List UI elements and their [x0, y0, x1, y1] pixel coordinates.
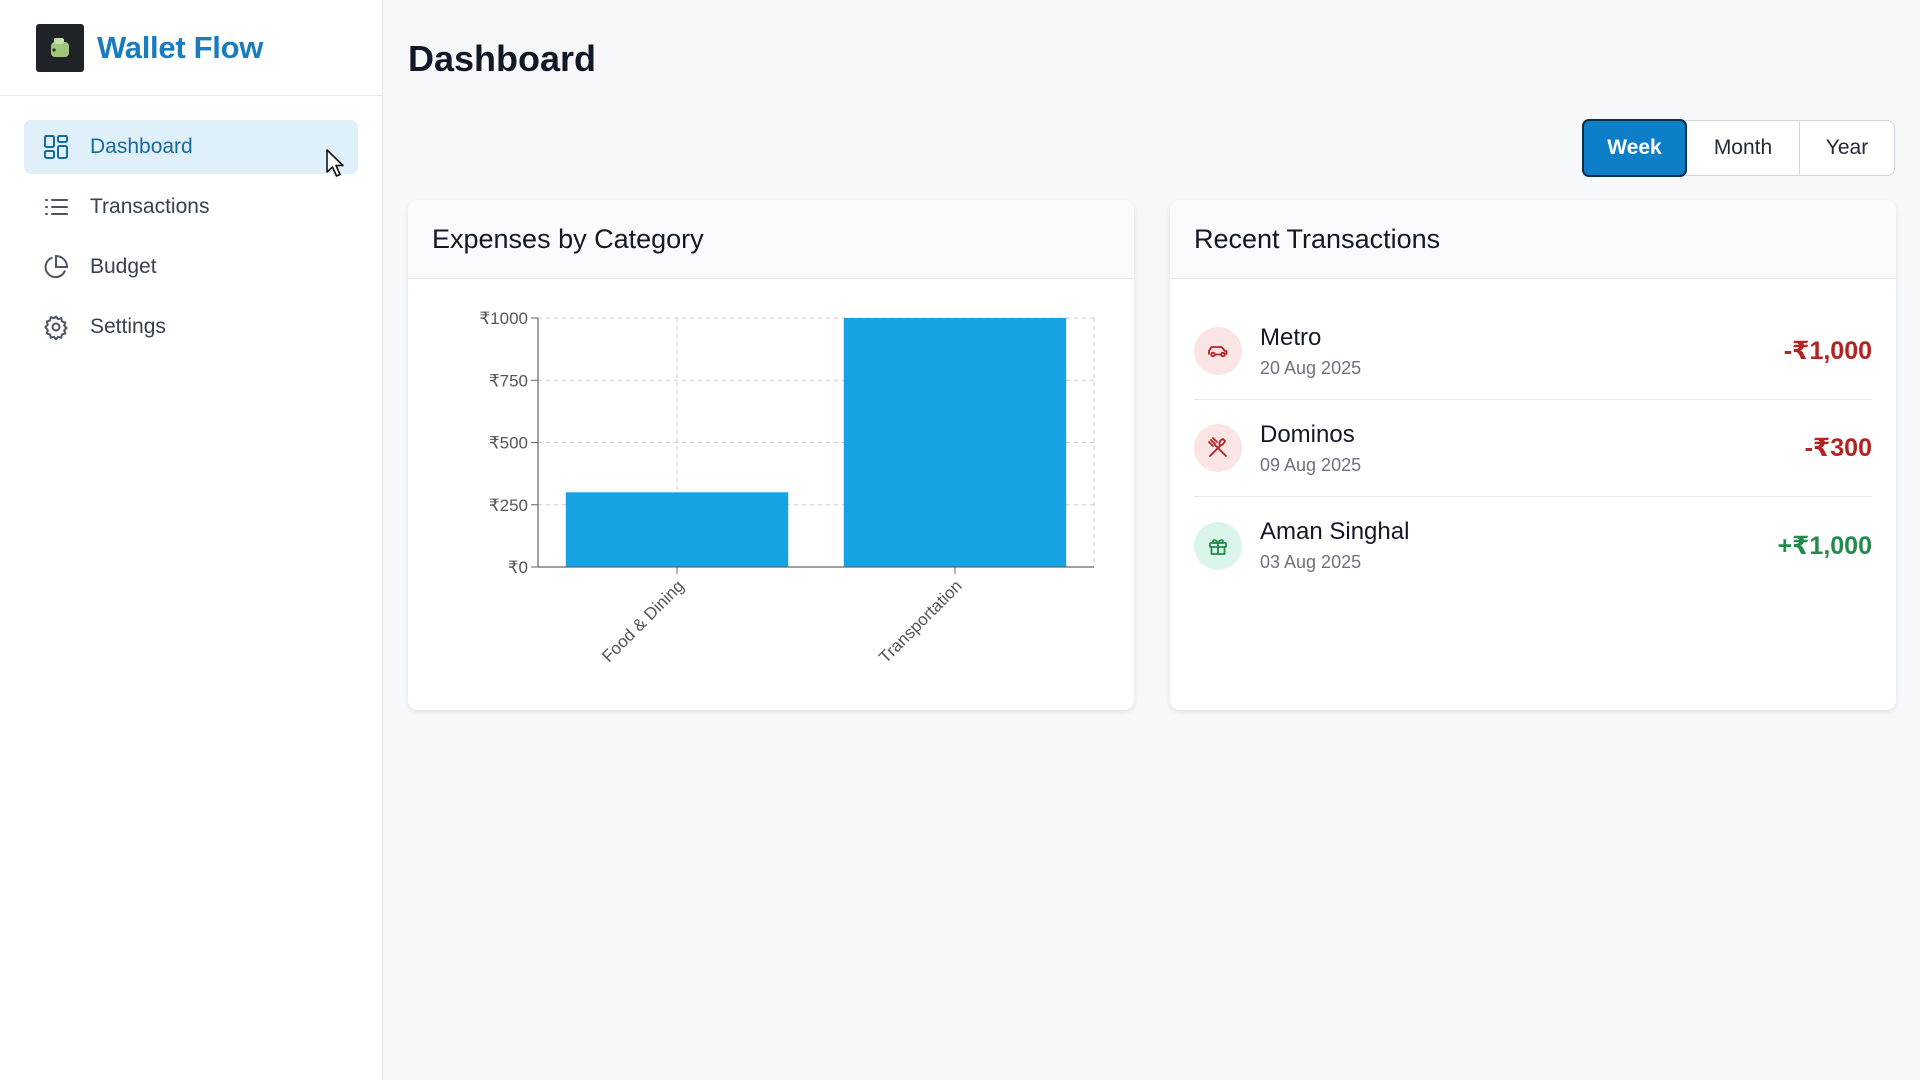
transaction-name: Dominos	[1260, 420, 1355, 448]
expenses-card-title: Expenses by Category	[408, 200, 1134, 279]
sidebar-item-label: Transactions	[90, 195, 210, 218]
range-month-button[interactable]: Month	[1687, 121, 1800, 175]
y-tick-label: ₹1000	[479, 309, 528, 328]
sidebar-nav: Dashboard Transactions Budget Settings	[0, 96, 382, 354]
app-name: Wallet Flow	[97, 29, 264, 65]
sidebar-item-transactions[interactable]: Transactions	[24, 180, 358, 234]
transaction-amount: -₹300	[1804, 434, 1872, 462]
mouse-cursor-icon	[325, 148, 347, 183]
y-tick-label: ₹750	[489, 371, 528, 390]
sidebar-item-settings[interactable]: Settings	[24, 300, 358, 354]
transactions-card-title: Recent Transactions	[1170, 200, 1896, 279]
y-tick-label: ₹250	[489, 496, 528, 515]
range-week-button[interactable]: Week	[1582, 119, 1687, 177]
brand[interactable]: Wallet Flow	[0, 0, 382, 96]
sidebar-item-dashboard[interactable]: Dashboard	[24, 120, 358, 174]
time-range-toggle: Week Month Year	[1582, 119, 1895, 177]
dashboard-grid-icon	[42, 133, 70, 161]
transaction-row[interactable]: Aman Singhal 03 Aug 2025 +₹1,000	[1194, 497, 1872, 594]
transaction-name: Aman Singhal	[1260, 518, 1410, 545]
wallet-logo-icon	[36, 23, 84, 72]
sidebar-item-label: Budget	[90, 255, 157, 278]
transaction-date: 09 Aug 2025	[1260, 454, 1362, 475]
gear-icon	[42, 313, 70, 341]
range-year-button[interactable]: Year	[1800, 121, 1894, 175]
sidebar-item-label: Dashboard	[90, 135, 193, 158]
utensils-icon	[1194, 424, 1242, 472]
transaction-amount: +₹1,000	[1777, 531, 1872, 560]
bar-transportation	[843, 318, 1067, 567]
expenses-chart: ₹0 ₹250 ₹500 ₹750 ₹1000 Food & Dining Transpor…	[408, 280, 1134, 710]
expenses-card: Expenses by Category ₹0 ₹250 ₹500 ₹750 ₹1000…	[408, 200, 1134, 710]
transactions-list: Metro 20 Aug 2025 -₹1,000 Dominos 09 Aug…	[1170, 279, 1896, 594]
page-title: Dashboard	[408, 38, 597, 79]
sidebar-item-budget[interactable]: Budget	[24, 240, 358, 294]
gift-icon	[1194, 521, 1242, 570]
pie-chart-icon	[42, 253, 70, 281]
transaction-date: 03 Aug 2025	[1260, 552, 1362, 572]
y-tick-label: ₹500	[489, 434, 528, 453]
transaction-date: 20 Aug 2025	[1260, 357, 1362, 378]
x-tick-label: Food & Dining	[598, 576, 688, 666]
transaction-name: Metro	[1260, 323, 1322, 351]
car-icon	[1194, 327, 1242, 375]
bar-food-dining	[565, 492, 789, 567]
transaction-row[interactable]: Metro 20 Aug 2025 -₹1,000	[1194, 303, 1872, 400]
sidebar-item-label: Settings	[90, 315, 166, 338]
list-icon	[42, 193, 70, 221]
recent-transactions-card: Recent Transactions Metro 20 Aug 2025 -₹…	[1170, 200, 1896, 710]
x-tick-label: Transportation	[875, 576, 965, 666]
transaction-row[interactable]: Dominos 09 Aug 2025 -₹300	[1194, 400, 1872, 497]
expenses-bar-chart: ₹0 ₹250 ₹500 ₹750 ₹1000 Food & Dining Transpor…	[479, 309, 1095, 667]
y-tick-label: ₹0	[508, 558, 528, 577]
transaction-amount: -₹1,000	[1783, 337, 1872, 365]
